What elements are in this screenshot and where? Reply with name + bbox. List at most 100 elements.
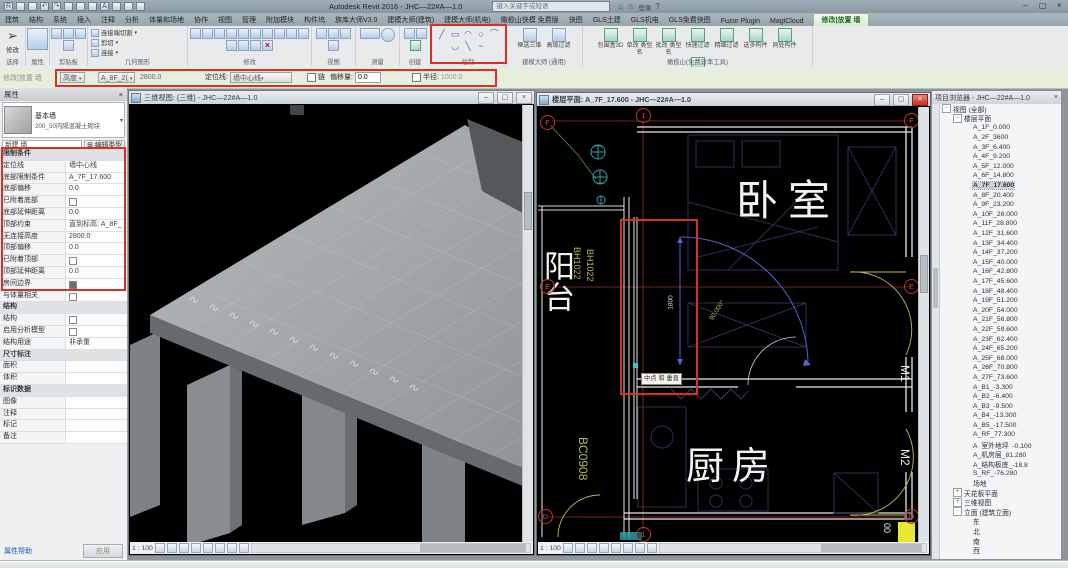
3d-view-icon[interactable]: [112, 2, 121, 11]
tree-expander-icon[interactable]: [964, 134, 971, 141]
detail-level-icon[interactable]: [563, 543, 573, 553]
glodon-tool[interactable]: 包围盒3D: [597, 28, 625, 56]
view-light-icon[interactable]: [316, 28, 327, 39]
properties-close-icon[interactable]: ×: [119, 90, 123, 99]
browser-tree-item[interactable]: A_2F_3600: [939, 133, 1061, 143]
parameter-row[interactable]: 标识数据: [0, 385, 127, 397]
ribbon-tab[interactable]: 管理: [237, 13, 261, 26]
glodon-tool[interactable]: 快速过滤: [684, 28, 712, 56]
browser-tree-item[interactable]: A_RF_77.300: [939, 430, 1061, 440]
shadows-icon[interactable]: [191, 543, 201, 553]
browser-tree-item[interactable]: - 立面 (建筑立面): [939, 507, 1061, 517]
plan-minimize-button[interactable]: –: [874, 94, 890, 106]
tree-expander-icon[interactable]: [964, 172, 971, 179]
tree-expander-icon[interactable]: +: [953, 488, 962, 497]
tree-expander-icon[interactable]: [964, 336, 971, 343]
tree-expander-icon[interactable]: [964, 124, 971, 131]
tree-expander-icon[interactable]: [964, 374, 971, 381]
bim-master-tool[interactable]: 高级过滤: [545, 28, 573, 50]
level-dropdown[interactable]: A_8F_2(▾: [98, 71, 135, 83]
ribbon-tab[interactable]: 快图: [564, 13, 588, 26]
ribbon-tab[interactable]: 协作: [189, 13, 213, 26]
tree-expander-icon[interactable]: [964, 547, 971, 554]
close-button[interactable]: ×: [1051, 1, 1068, 12]
plan-restore-button[interactable]: ▢: [893, 94, 909, 106]
parameter-row[interactable]: 无连接高度 2800.0: [0, 232, 127, 244]
scale-icon[interactable]: [250, 40, 261, 51]
draw-tool-icon[interactable]: ◠: [462, 28, 475, 40]
browser-tree-item[interactable]: A_20F_54.000: [939, 305, 1061, 315]
parameter-row[interactable]: 体积: [0, 373, 127, 385]
browser-tree-item[interactable]: + 天花板平面: [939, 488, 1061, 498]
tree-expander-icon[interactable]: [964, 201, 971, 208]
browser-tree-item[interactable]: + 三维视图: [939, 497, 1061, 507]
browser-tree-item[interactable]: A_4F_9.200: [939, 152, 1061, 162]
browser-tree-item[interactable]: A_15F_40.000: [939, 258, 1061, 268]
parameter-row[interactable]: 顶部偏移 0.0: [0, 243, 127, 255]
measure-line-icon[interactable]: [360, 28, 380, 39]
browser-tree-item[interactable]: A_机房层_81.280: [939, 449, 1061, 459]
glodon-tool[interactable]: 同处构件: [771, 28, 799, 56]
tree-expander-icon[interactable]: [964, 355, 971, 362]
draw-tool-icon[interactable]: ~: [475, 40, 488, 52]
crop-region-icon[interactable]: [623, 543, 633, 553]
3d-scale-label[interactable]: 1 : 100: [132, 545, 153, 552]
plan-vertical-scrollbar[interactable]: [918, 107, 929, 542]
draw-tool-icon[interactable]: ○: [475, 28, 488, 40]
tree-expander-icon[interactable]: -: [942, 104, 951, 113]
parameter-row[interactable]: 注释: [0, 409, 127, 421]
measure-angle-icon[interactable]: [381, 28, 395, 42]
parameter-row[interactable]: 底部偏移 0.0: [0, 184, 127, 196]
crop-region-icon[interactable]: [215, 543, 225, 553]
contextual-tab-modify-place-wall[interactable]: 修改|放置 墙: [813, 13, 870, 26]
tree-expander-icon[interactable]: -: [953, 507, 962, 516]
detail-level-icon[interactable]: [155, 543, 165, 553]
ribbon-tab[interactable]: 建筑: [0, 13, 24, 26]
trim-icon[interactable]: [226, 40, 237, 51]
ribbon-tab[interactable]: 插入: [72, 13, 96, 26]
tree-expander-icon[interactable]: [964, 153, 971, 160]
tree-expander-icon[interactable]: [964, 268, 971, 275]
ribbon-tab[interactable]: GLS机电: [626, 13, 664, 26]
create-similar-icon[interactable]: [416, 28, 427, 39]
tree-expander-icon[interactable]: +: [953, 498, 962, 507]
browser-tree-item[interactable]: A_7F_17.600: [939, 181, 1061, 191]
parameter-row[interactable]: 房间边界: [0, 279, 127, 291]
browser-tree-item[interactable]: A_B3_-9.500: [939, 401, 1061, 411]
crop-view-icon[interactable]: [203, 543, 213, 553]
ribbon-tab[interactable]: 注释: [96, 13, 120, 26]
save-icon[interactable]: [28, 2, 37, 11]
glodon-tool[interactable]: 批改 类型名: [655, 28, 683, 56]
browser-tree-item[interactable]: A_23F_62.400: [939, 334, 1061, 344]
browser-tree-item[interactable]: A_B5_-17.500: [939, 421, 1061, 431]
section-icon[interactable]: [124, 2, 133, 11]
type-selector[interactable]: 基本墙 200_50内隔混凝土砌块 ▾: [2, 102, 125, 138]
parameter-row[interactable]: 已附着底部: [0, 196, 127, 208]
pin-icon[interactable]: [262, 28, 273, 39]
join-geometry-tool[interactable]: 连接▾: [89, 48, 188, 57]
radius-checkbox-box[interactable]: [412, 73, 421, 82]
browser-tree-item[interactable]: A_B2_-6.400: [939, 392, 1061, 402]
modify-tool-button[interactable]: ➢ 修改: [6, 28, 19, 54]
tree-expander-icon[interactable]: [964, 393, 971, 400]
tree-expander-icon[interactable]: [964, 403, 971, 410]
3d-close-button[interactable]: ×: [516, 92, 532, 104]
reveal-hidden-icon[interactable]: [647, 543, 657, 553]
browser-tree-item[interactable]: A_24F_65.200: [939, 344, 1061, 354]
browser-tree-item[interactable]: A_11F_28.800: [939, 219, 1061, 229]
browser-tree-item[interactable]: A_18F_48.400: [939, 286, 1061, 296]
ribbon-tab[interactable]: 系统: [48, 13, 72, 26]
browser-tree-item[interactable]: A_1F_0.000: [939, 123, 1061, 133]
view-line-icon[interactable]: [328, 28, 339, 39]
cut-geometry-tool[interactable]: 剪切▾: [89, 38, 188, 47]
isolate-icon[interactable]: [239, 543, 249, 553]
project-browser-close-icon[interactable]: ×: [1054, 94, 1058, 101]
cope-tool[interactable]: 连接端切割▾: [89, 28, 188, 37]
parameter-checkbox[interactable]: [69, 257, 77, 265]
parameter-checkbox[interactable]: [69, 281, 77, 289]
browser-tree-item[interactable]: - 视图 (全部): [939, 104, 1061, 114]
tree-expander-icon[interactable]: [964, 441, 971, 448]
chain-checkbox[interactable]: 链: [307, 71, 325, 83]
bim-master-tool[interactable]: 框选三维: [516, 28, 544, 50]
shadows-icon[interactable]: [599, 543, 609, 553]
